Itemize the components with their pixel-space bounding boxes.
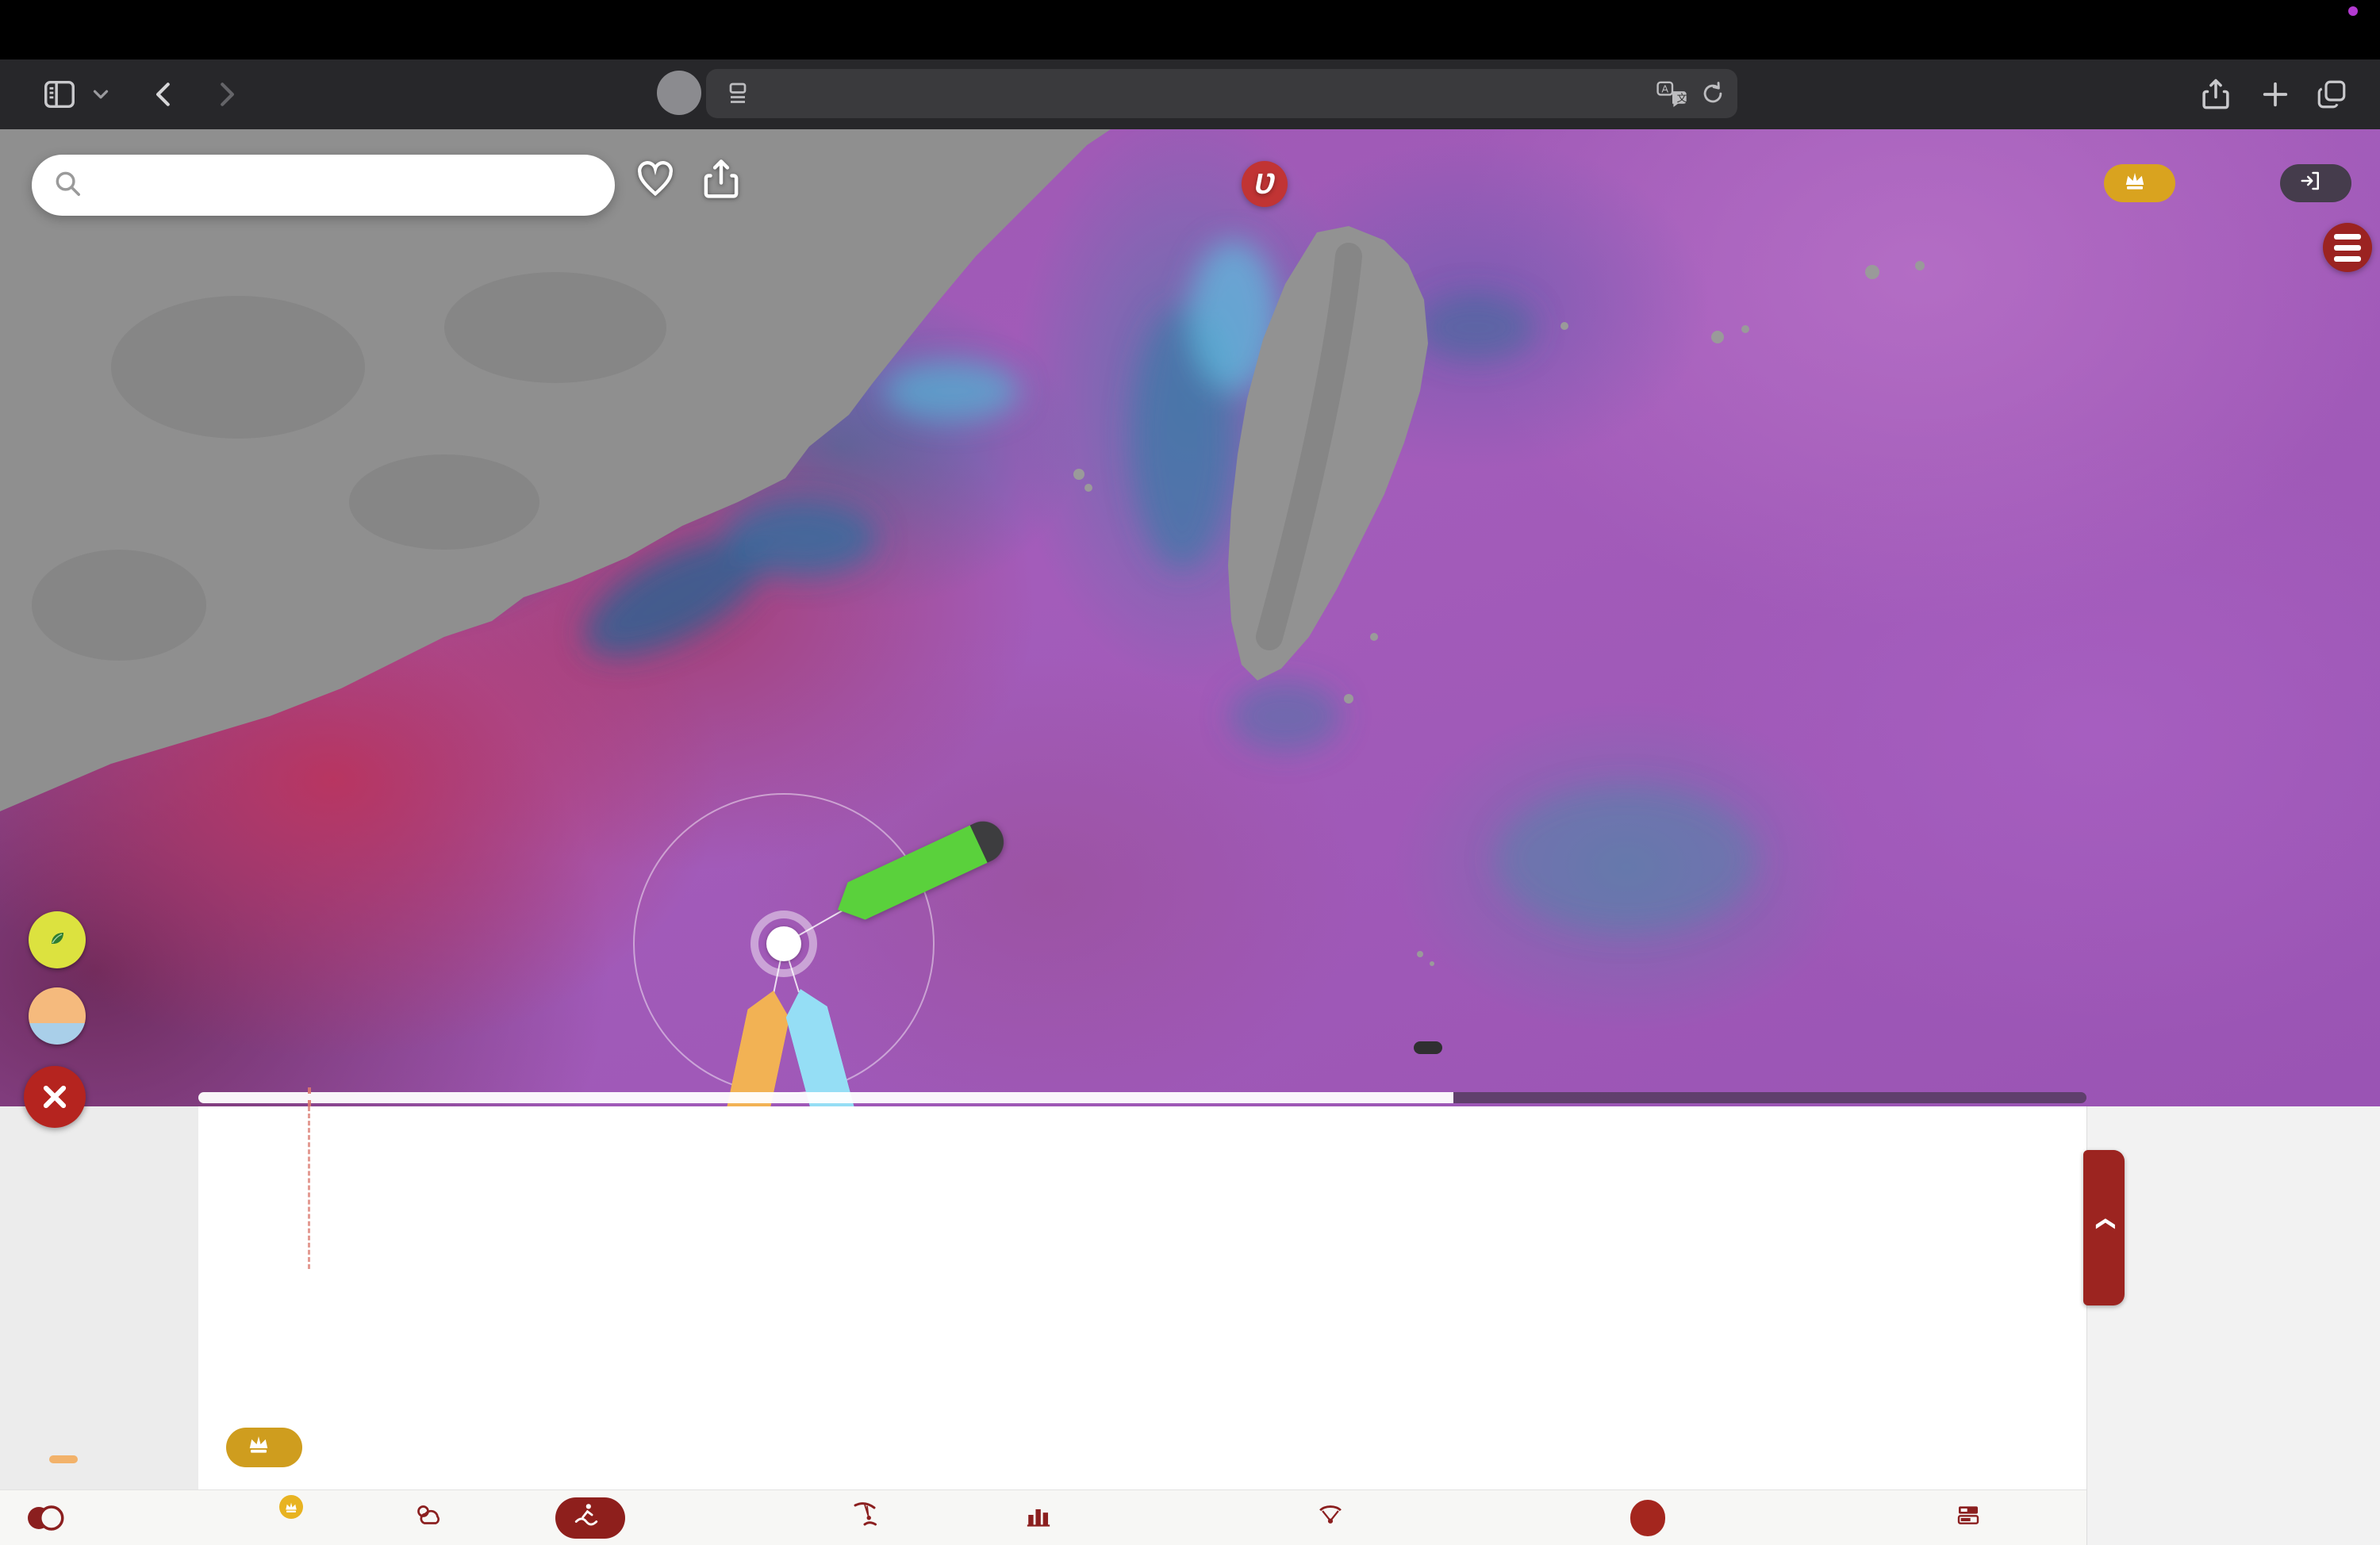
tab-basic[interactable] [413, 1490, 449, 1545]
menu-button[interactable] [2323, 223, 2372, 272]
translate-icon[interactable] [1656, 80, 1688, 107]
timeline-track-played[interactable] [198, 1092, 1453, 1103]
windy-logo-icon: Ʋ [1242, 161, 1288, 207]
location-marker[interactable] [766, 926, 801, 961]
forward-button[interactable] [211, 79, 241, 109]
share-button[interactable] [2199, 78, 2232, 111]
meteogram-icon [1025, 1501, 1052, 1535]
browser-toolbar [0, 59, 2380, 129]
timeline-time-bubble[interactable] [1414, 1041, 1442, 1054]
location-info-panel [2086, 1106, 2380, 1545]
basic-icon [413, 1501, 441, 1535]
recording-indicator-dot [2348, 6, 2358, 16]
kitesurf-icon [850, 1501, 879, 1535]
reload-icon[interactable] [1699, 80, 1726, 107]
tab-waves-tides[interactable] [555, 1497, 625, 1539]
forecast-now-line [308, 1106, 310, 1269]
chevron-right-icon: ❯ [2093, 1216, 2116, 1232]
chevron-down-icon[interactable] [89, 82, 113, 106]
forecast-panel [0, 1106, 2086, 1489]
hourly-toggle[interactable] [24, 1490, 73, 1545]
tab-overview-button[interactable] [2315, 78, 2348, 111]
tab-meteogram[interactable] [1025, 1490, 1060, 1545]
reader-icon[interactable] [724, 79, 752, 108]
windy-app: Ʋ [0, 0, 2380, 1545]
fifteen-day-forecast-tab[interactable]: ❯ [2083, 1150, 2125, 1305]
bottom-toolbar [0, 1489, 2086, 1545]
login-button[interactable] [2280, 164, 2351, 202]
favorite-heart-button[interactable] [635, 159, 676, 205]
crown-icon [247, 1433, 271, 1462]
compare-icon [1956, 1502, 1981, 1534]
weather-station-badge[interactable] [29, 987, 86, 1045]
compare-button[interactable] [1956, 1490, 1989, 1545]
hourly-premium-crown-icon [279, 1495, 303, 1519]
search-icon [52, 168, 83, 202]
timeline-track-future[interactable] [1453, 1092, 2086, 1103]
back-button[interactable] [149, 79, 179, 109]
search-input[interactable] [95, 168, 594, 203]
close-forecast-button[interactable] [24, 1066, 86, 1128]
login-icon [2299, 169, 2323, 198]
model-ecmwf[interactable] [1630, 1500, 1665, 1536]
leaf-icon [47, 929, 67, 952]
tab-wind[interactable] [850, 1490, 887, 1545]
air-quality-badge[interactable] [29, 911, 86, 968]
sidebar-toggle-icon[interactable] [41, 76, 78, 113]
row-label-column [0, 1106, 198, 1489]
tab-airgram[interactable] [1317, 1490, 1352, 1545]
new-tab-button[interactable] [2259, 79, 2291, 110]
map-share-button[interactable] [700, 158, 743, 205]
surfer-icon [573, 1501, 600, 1535]
address-bar[interactable] [706, 69, 1737, 118]
tide-premium-button[interactable] [226, 1428, 302, 1467]
macos-menubar [0, 0, 2380, 59]
map-land-geometry [0, 129, 2380, 1106]
weather-map[interactable]: Ʋ [0, 129, 2380, 1106]
airgram-icon [1317, 1501, 1344, 1535]
water-temp-badge [49, 1455, 78, 1463]
windy-logo[interactable]: Ʋ [1242, 161, 1300, 207]
site-badge[interactable] [657, 71, 701, 115]
map-search-box[interactable] [32, 155, 615, 216]
premium-button[interactable] [2104, 164, 2175, 202]
timeline-now-marker [308, 1087, 311, 1106]
crown-icon [2123, 170, 2147, 197]
